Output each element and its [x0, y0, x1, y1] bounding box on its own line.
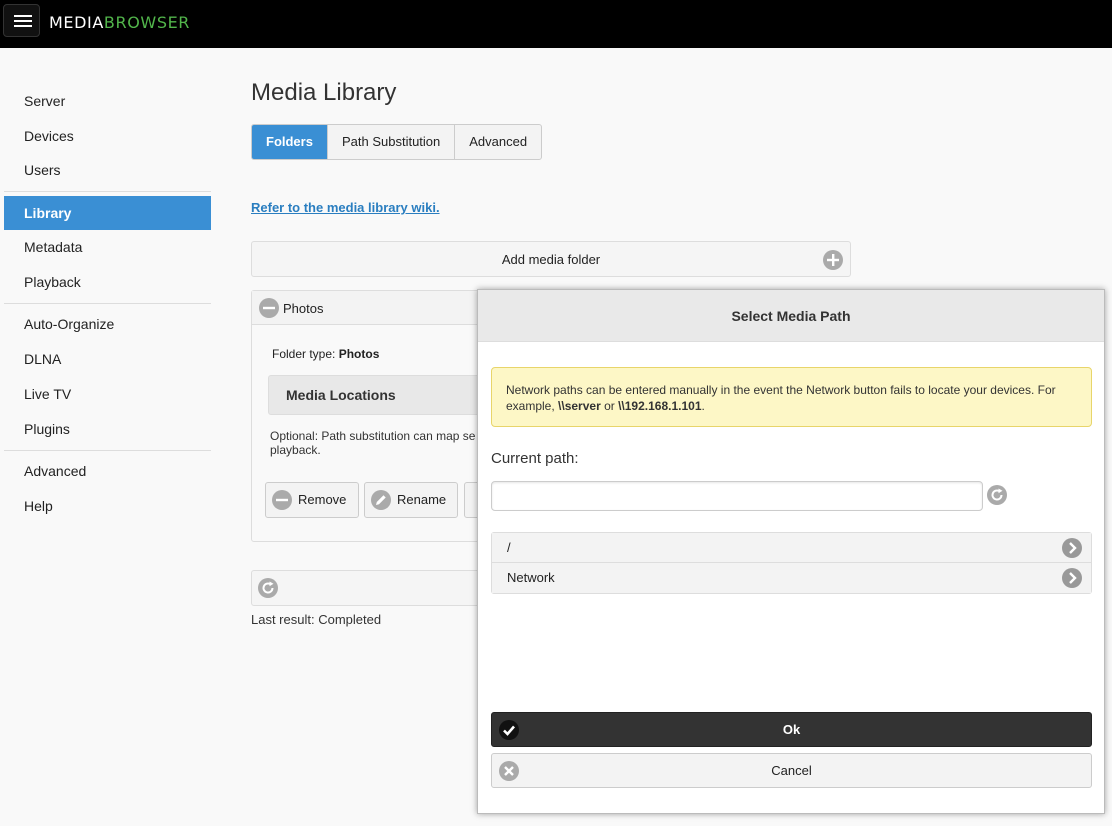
sidebar-divider — [4, 191, 211, 192]
minus-circle-icon[interactable] — [258, 297, 280, 319]
refresh-icon — [257, 577, 279, 599]
folder-type-label: Folder type: — [272, 347, 336, 361]
media-locations-header[interactable]: Media Locations — [268, 375, 498, 415]
logo-primary-text: MEDIA — [49, 13, 104, 32]
path-list: / Network — [491, 532, 1092, 594]
pencil-icon — [370, 489, 392, 511]
chevron-right-circle-icon — [1061, 567, 1083, 589]
rename-button[interactable]: Rename — [364, 482, 458, 518]
chevron-right-circle-icon — [1061, 537, 1083, 559]
notice-or: or — [600, 399, 619, 413]
add-media-folder-label: Add media folder — [501, 252, 601, 267]
sidebar-item-help[interactable]: Help — [4, 489, 211, 523]
scan-library-button[interactable] — [251, 570, 491, 606]
hamburger-icon-line — [14, 25, 32, 27]
page-title: Media Library — [251, 79, 397, 106]
minus-circle-icon — [271, 489, 293, 511]
sidebar-item-plugins[interactable]: Plugins — [4, 412, 211, 446]
folder-header[interactable]: Photos — [252, 291, 490, 325]
hamburger-menu-button[interactable] — [3, 4, 40, 37]
logo-accent-text: BROWSER — [103, 13, 190, 32]
folder-panel-photos: Photos Folder type: Photos Media Locatio… — [251, 290, 498, 542]
rename-button-label: Rename — [397, 492, 447, 507]
remove-button-label: Remove — [298, 492, 347, 507]
last-result-text: Last result: Completed — [251, 612, 382, 627]
folder-name: Photos — [283, 301, 324, 316]
folder-type: Folder type: Photos — [272, 347, 379, 361]
tab-path-substitution[interactable]: Path Substitution — [328, 125, 456, 159]
folder-type-value: Photos — [338, 347, 380, 361]
dialog-title: Select Media Path — [478, 290, 1104, 342]
hamburger-icon-line — [14, 15, 32, 17]
remove-button[interactable]: Remove — [265, 482, 359, 518]
hamburger-icon-line — [14, 20, 32, 22]
ok-button-label: Ok — [782, 722, 801, 737]
path-substitution-note: Optional: Path substitution can map se p… — [270, 429, 476, 457]
sidebar-item-users[interactable]: Users — [4, 153, 211, 187]
cancel-button-label: Cancel — [771, 763, 812, 778]
wiki-link[interactable]: Refer to the media library wiki. — [251, 200, 440, 215]
sidebar-divider — [4, 450, 211, 451]
sidebar-item-server[interactable]: Server — [4, 84, 211, 118]
current-path-label: Current path: — [491, 450, 579, 467]
tab-folders[interactable]: Folders — [252, 125, 328, 159]
path-item-label: / — [507, 540, 511, 555]
sidebar-item-live-tv[interactable]: Live TV — [4, 377, 211, 411]
sidebar-item-auto-organize[interactable]: Auto-Organize — [4, 307, 211, 341]
current-path-input[interactable] — [491, 481, 983, 511]
notice-suffix: . — [701, 399, 705, 413]
ok-button[interactable]: Ok — [491, 712, 1092, 747]
x-circle-icon — [498, 760, 520, 782]
select-media-path-dialog: Select Media Path Network paths can be e… — [477, 289, 1105, 814]
tab-advanced[interactable]: Advanced — [455, 125, 541, 159]
sidebar-item-devices[interactable]: Devices — [4, 119, 211, 153]
sidebar-divider — [4, 303, 211, 304]
notice-example-server: \\server — [558, 399, 601, 413]
sidebar-item-advanced[interactable]: Advanced — [4, 454, 211, 488]
cancel-button[interactable]: Cancel — [491, 753, 1092, 788]
sidebar-item-playback[interactable]: Playback — [4, 265, 211, 299]
notice-example-ip: \\192.168.1.101 — [618, 399, 702, 413]
plus-circle-icon — [822, 249, 844, 271]
add-media-folder-button[interactable]: Add media folder — [251, 241, 851, 277]
network-path-notice: Network paths can be entered manually in… — [491, 367, 1092, 427]
top-bar: MEDIABROWSER — [0, 0, 1112, 48]
check-icon — [498, 719, 520, 741]
list-item[interactable]: Network — [492, 563, 1091, 593]
path-item-label: Network — [507, 570, 555, 585]
sidebar-item-dlna[interactable]: DLNA — [4, 342, 211, 376]
list-item[interactable]: / — [492, 533, 1091, 563]
tab-bar: Folders Path Substitution Advanced — [251, 124, 543, 160]
app-logo[interactable]: MEDIABROWSER — [49, 13, 190, 32]
refresh-icon[interactable] — [986, 484, 1008, 506]
sidebar-item-library[interactable]: Library — [4, 196, 211, 230]
sidebar-item-metadata[interactable]: Metadata — [4, 230, 211, 264]
